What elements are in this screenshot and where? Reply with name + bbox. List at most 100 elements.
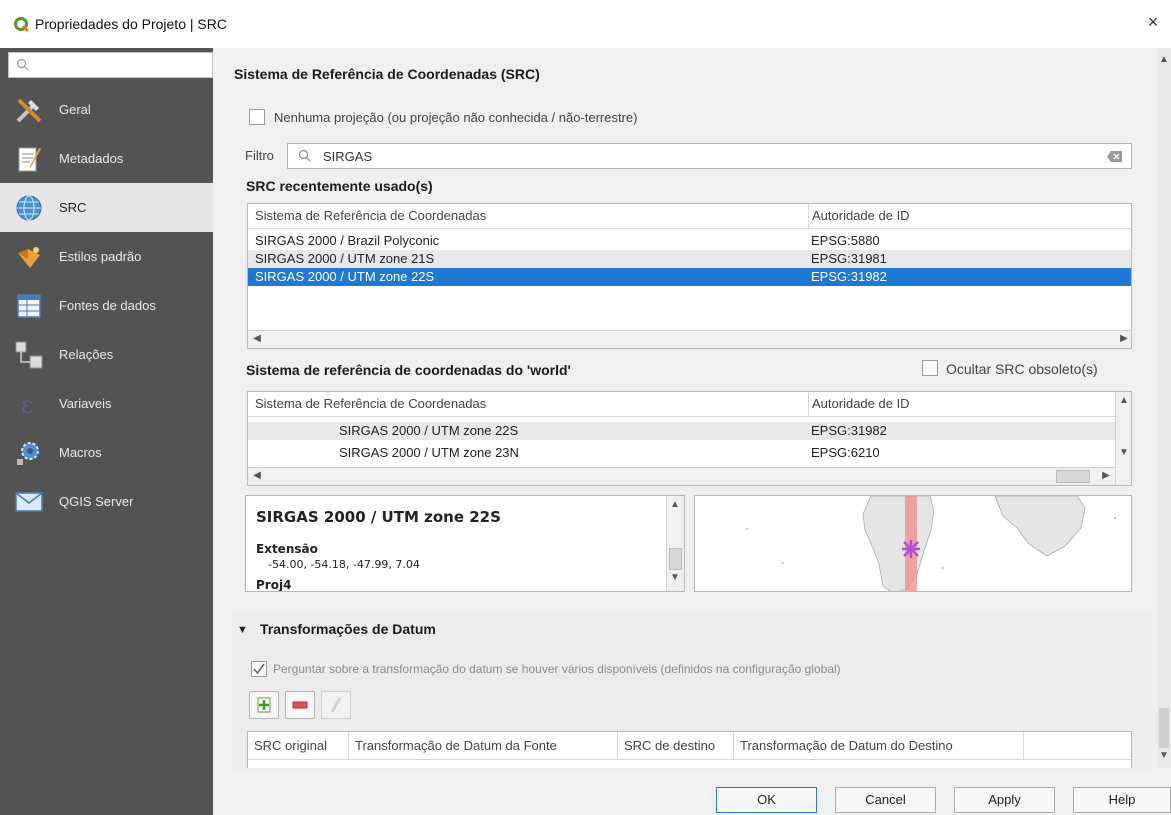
scroll-up-icon[interactable]: ▲ bbox=[1157, 54, 1171, 65]
scroll-up-icon[interactable]: ▲ bbox=[1117, 395, 1131, 406]
scrollbar-thumb[interactable] bbox=[1159, 708, 1169, 748]
sidebar-item-macros[interactable]: Macros bbox=[0, 428, 213, 477]
vertical-scrollbar[interactable]: ▲ ▼ bbox=[1115, 392, 1131, 485]
crs-info-title: SIRGAS 2000 / UTM zone 22S bbox=[256, 508, 501, 526]
hide-obsolete-label: Ocultar SRC obsoleto(s) bbox=[946, 361, 1098, 377]
relations-icon bbox=[15, 341, 43, 368]
world-map-preview bbox=[746, 496, 1117, 591]
paint-icon bbox=[18, 246, 40, 268]
help-button[interactable]: Help bbox=[1073, 787, 1171, 813]
search-icon bbox=[16, 58, 29, 71]
vertical-scrollbar[interactable]: ▲ ▼ bbox=[666, 496, 684, 591]
crs-name: SIRGAS 2000 / UTM zone 23N bbox=[339, 445, 519, 460]
scroll-down-icon[interactable]: ▼ bbox=[1157, 750, 1171, 761]
clear-input-icon[interactable] bbox=[1107, 150, 1123, 163]
title-bar: Propriedades do Projeto | SRC × bbox=[0, 0, 1171, 48]
dialog-button-bar: OK Cancel Apply Help bbox=[213, 773, 1171, 815]
ok-button[interactable]: OK bbox=[716, 787, 817, 813]
scroll-down-icon[interactable]: ▼ bbox=[668, 572, 682, 583]
column-header[interactable]: SRC original bbox=[254, 738, 327, 753]
extent-label: Extensão bbox=[256, 542, 318, 556]
collapse-chevron-icon[interactable]: ▼ bbox=[237, 624, 248, 636]
column-header[interactable]: Sistema de Referência de Coordenadas bbox=[255, 396, 486, 411]
crs-name: SIRGAS 2000 / UTM zone 22S bbox=[339, 423, 519, 438]
column-header[interactable]: Transformação de Datum da Fonte bbox=[348, 732, 557, 760]
sidebar-item-estilos[interactable]: Estilos padrão bbox=[0, 232, 213, 281]
horizontal-scrollbar[interactable]: ◀ ▶ bbox=[248, 467, 1115, 485]
scrollbar-thumb[interactable] bbox=[1056, 470, 1090, 483]
close-icon[interactable]: × bbox=[1143, 12, 1163, 33]
world-crs-table: Sistema de Referência de Coordenadas Aut… bbox=[247, 391, 1132, 486]
scroll-right-icon[interactable]: ▶ bbox=[1117, 333, 1131, 344]
crs-id: EPSG:6210 bbox=[811, 445, 880, 460]
table-row[interactable]: SIRGAS 2000 / UTM zone 23N EPSG:6210 bbox=[248, 444, 1115, 462]
datum-title[interactable]: Transformações de Datum bbox=[260, 621, 436, 637]
table-header: SRC original Transformação de Datum da F… bbox=[248, 732, 1131, 760]
filter-input[interactable]: SIRGAS bbox=[287, 143, 1132, 169]
svg-text:ε: ε bbox=[21, 391, 33, 419]
extent-value: -54.00, -54.18, -47.99, 7.04 bbox=[268, 558, 420, 571]
scroll-down-icon[interactable]: ▼ bbox=[1117, 447, 1131, 458]
table-row[interactable]: SIRGAS 2000 / Brazil Polyconic EPSG:5880 bbox=[248, 232, 1131, 250]
crs-name: SIRGAS 2000 / Brazil Polyconic bbox=[255, 233, 440, 248]
sidebar-item-fontes[interactable]: Fontes de dados bbox=[0, 281, 213, 330]
document-pen-icon bbox=[18, 147, 41, 171]
add-row-icon bbox=[257, 697, 271, 713]
sidebar-search-input[interactable] bbox=[8, 52, 213, 78]
crs-map-preview bbox=[694, 495, 1132, 592]
crs-id: EPSG:5880 bbox=[811, 233, 880, 248]
sidebar-item-variaveis[interactable]: ε Variaveis bbox=[0, 379, 213, 428]
server-icon bbox=[15, 491, 43, 512]
scroll-right-icon[interactable]: ▶ bbox=[1099, 470, 1113, 481]
table-header: Sistema de Referência de Coordenadas Aut… bbox=[248, 392, 1115, 417]
crs-id: EPSG:31982 bbox=[811, 423, 887, 438]
add-transformation-button[interactable] bbox=[249, 691, 279, 719]
table-row[interactable]: SIRGAS 2000 / UTM zone 22S EPSG:31982 bbox=[248, 422, 1115, 440]
column-header[interactable]: SRC de destino bbox=[617, 732, 715, 760]
table-row-selected[interactable]: SIRGAS 2000 / UTM zone 22S EPSG:31982 bbox=[248, 268, 1131, 286]
crs-name: SIRGAS 2000 / UTM zone 22S bbox=[255, 269, 435, 284]
page-vertical-scrollbar[interactable]: ▲ ▼ bbox=[1157, 48, 1171, 768]
scroll-left-icon[interactable]: ◀ bbox=[250, 470, 264, 481]
no-projection-checkbox[interactable] bbox=[249, 109, 265, 125]
sidebar-item-src[interactable]: SRC bbox=[0, 183, 213, 232]
sidebar-item-label: Fontes de dados bbox=[59, 298, 156, 313]
column-header[interactable]: Autoridade de ID bbox=[808, 204, 910, 229]
cancel-button[interactable]: Cancel bbox=[835, 787, 936, 813]
epsilon-icon: ε bbox=[21, 391, 33, 419]
column-header[interactable]: Sistema de Referência de Coordenadas bbox=[255, 208, 486, 223]
table-icon bbox=[17, 293, 41, 318]
sidebar-item-metadados[interactable]: Metadados bbox=[0, 134, 213, 183]
recent-title: SRC recentemente usado(s) bbox=[246, 178, 433, 194]
table-header: Sistema de Referência de Coordenadas Aut… bbox=[248, 204, 1131, 229]
gear-icon bbox=[17, 441, 39, 465]
sidebar-item-relacoes[interactable]: Relações bbox=[0, 330, 213, 379]
sidebar-item-label: Variaveis bbox=[59, 396, 112, 411]
section-title-src: Sistema de Referência de Coordenadas (SR… bbox=[234, 66, 540, 82]
crs-name: SIRGAS 2000 / UTM zone 21S bbox=[255, 251, 435, 266]
remove-row-icon bbox=[292, 701, 308, 709]
table-row[interactable]: SIRGAS 2000 / UTM zone 21S EPSG:31981 bbox=[248, 250, 1131, 268]
scrollbar-thumb[interactable] bbox=[669, 548, 682, 570]
filter-value: SIRGAS bbox=[323, 149, 373, 164]
sidebar-item-label: Geral bbox=[59, 102, 91, 117]
scroll-up-icon[interactable]: ▲ bbox=[668, 499, 682, 510]
sidebar-item-geral[interactable]: Geral bbox=[0, 85, 213, 134]
crs-id: EPSG:31981 bbox=[811, 251, 887, 266]
column-header[interactable]: Transformação de Datum do Destino bbox=[733, 732, 953, 760]
remove-transformation-button[interactable] bbox=[285, 691, 315, 719]
tools-icon bbox=[16, 98, 42, 122]
hide-obsolete-checkbox[interactable] bbox=[922, 360, 938, 376]
apply-button[interactable]: Apply bbox=[954, 787, 1055, 813]
pencil-icon bbox=[330, 697, 342, 713]
column-header[interactable]: Autoridade de ID bbox=[808, 392, 910, 417]
proj-label: Proj4 bbox=[256, 578, 292, 592]
edit-transformation-button[interactable] bbox=[321, 691, 351, 719]
horizontal-scrollbar[interactable]: ◀ ▶ bbox=[248, 330, 1131, 348]
crs-id: EPSG:31982 bbox=[811, 269, 887, 284]
globe-icon bbox=[16, 195, 42, 220]
world-title: Sistema de referência de coordenadas do … bbox=[246, 362, 571, 378]
scroll-left-icon[interactable]: ◀ bbox=[250, 333, 264, 344]
ask-datum-checkbox[interactable] bbox=[251, 661, 267, 677]
sidebar-item-qgis-server[interactable]: QGIS Server bbox=[0, 477, 213, 526]
